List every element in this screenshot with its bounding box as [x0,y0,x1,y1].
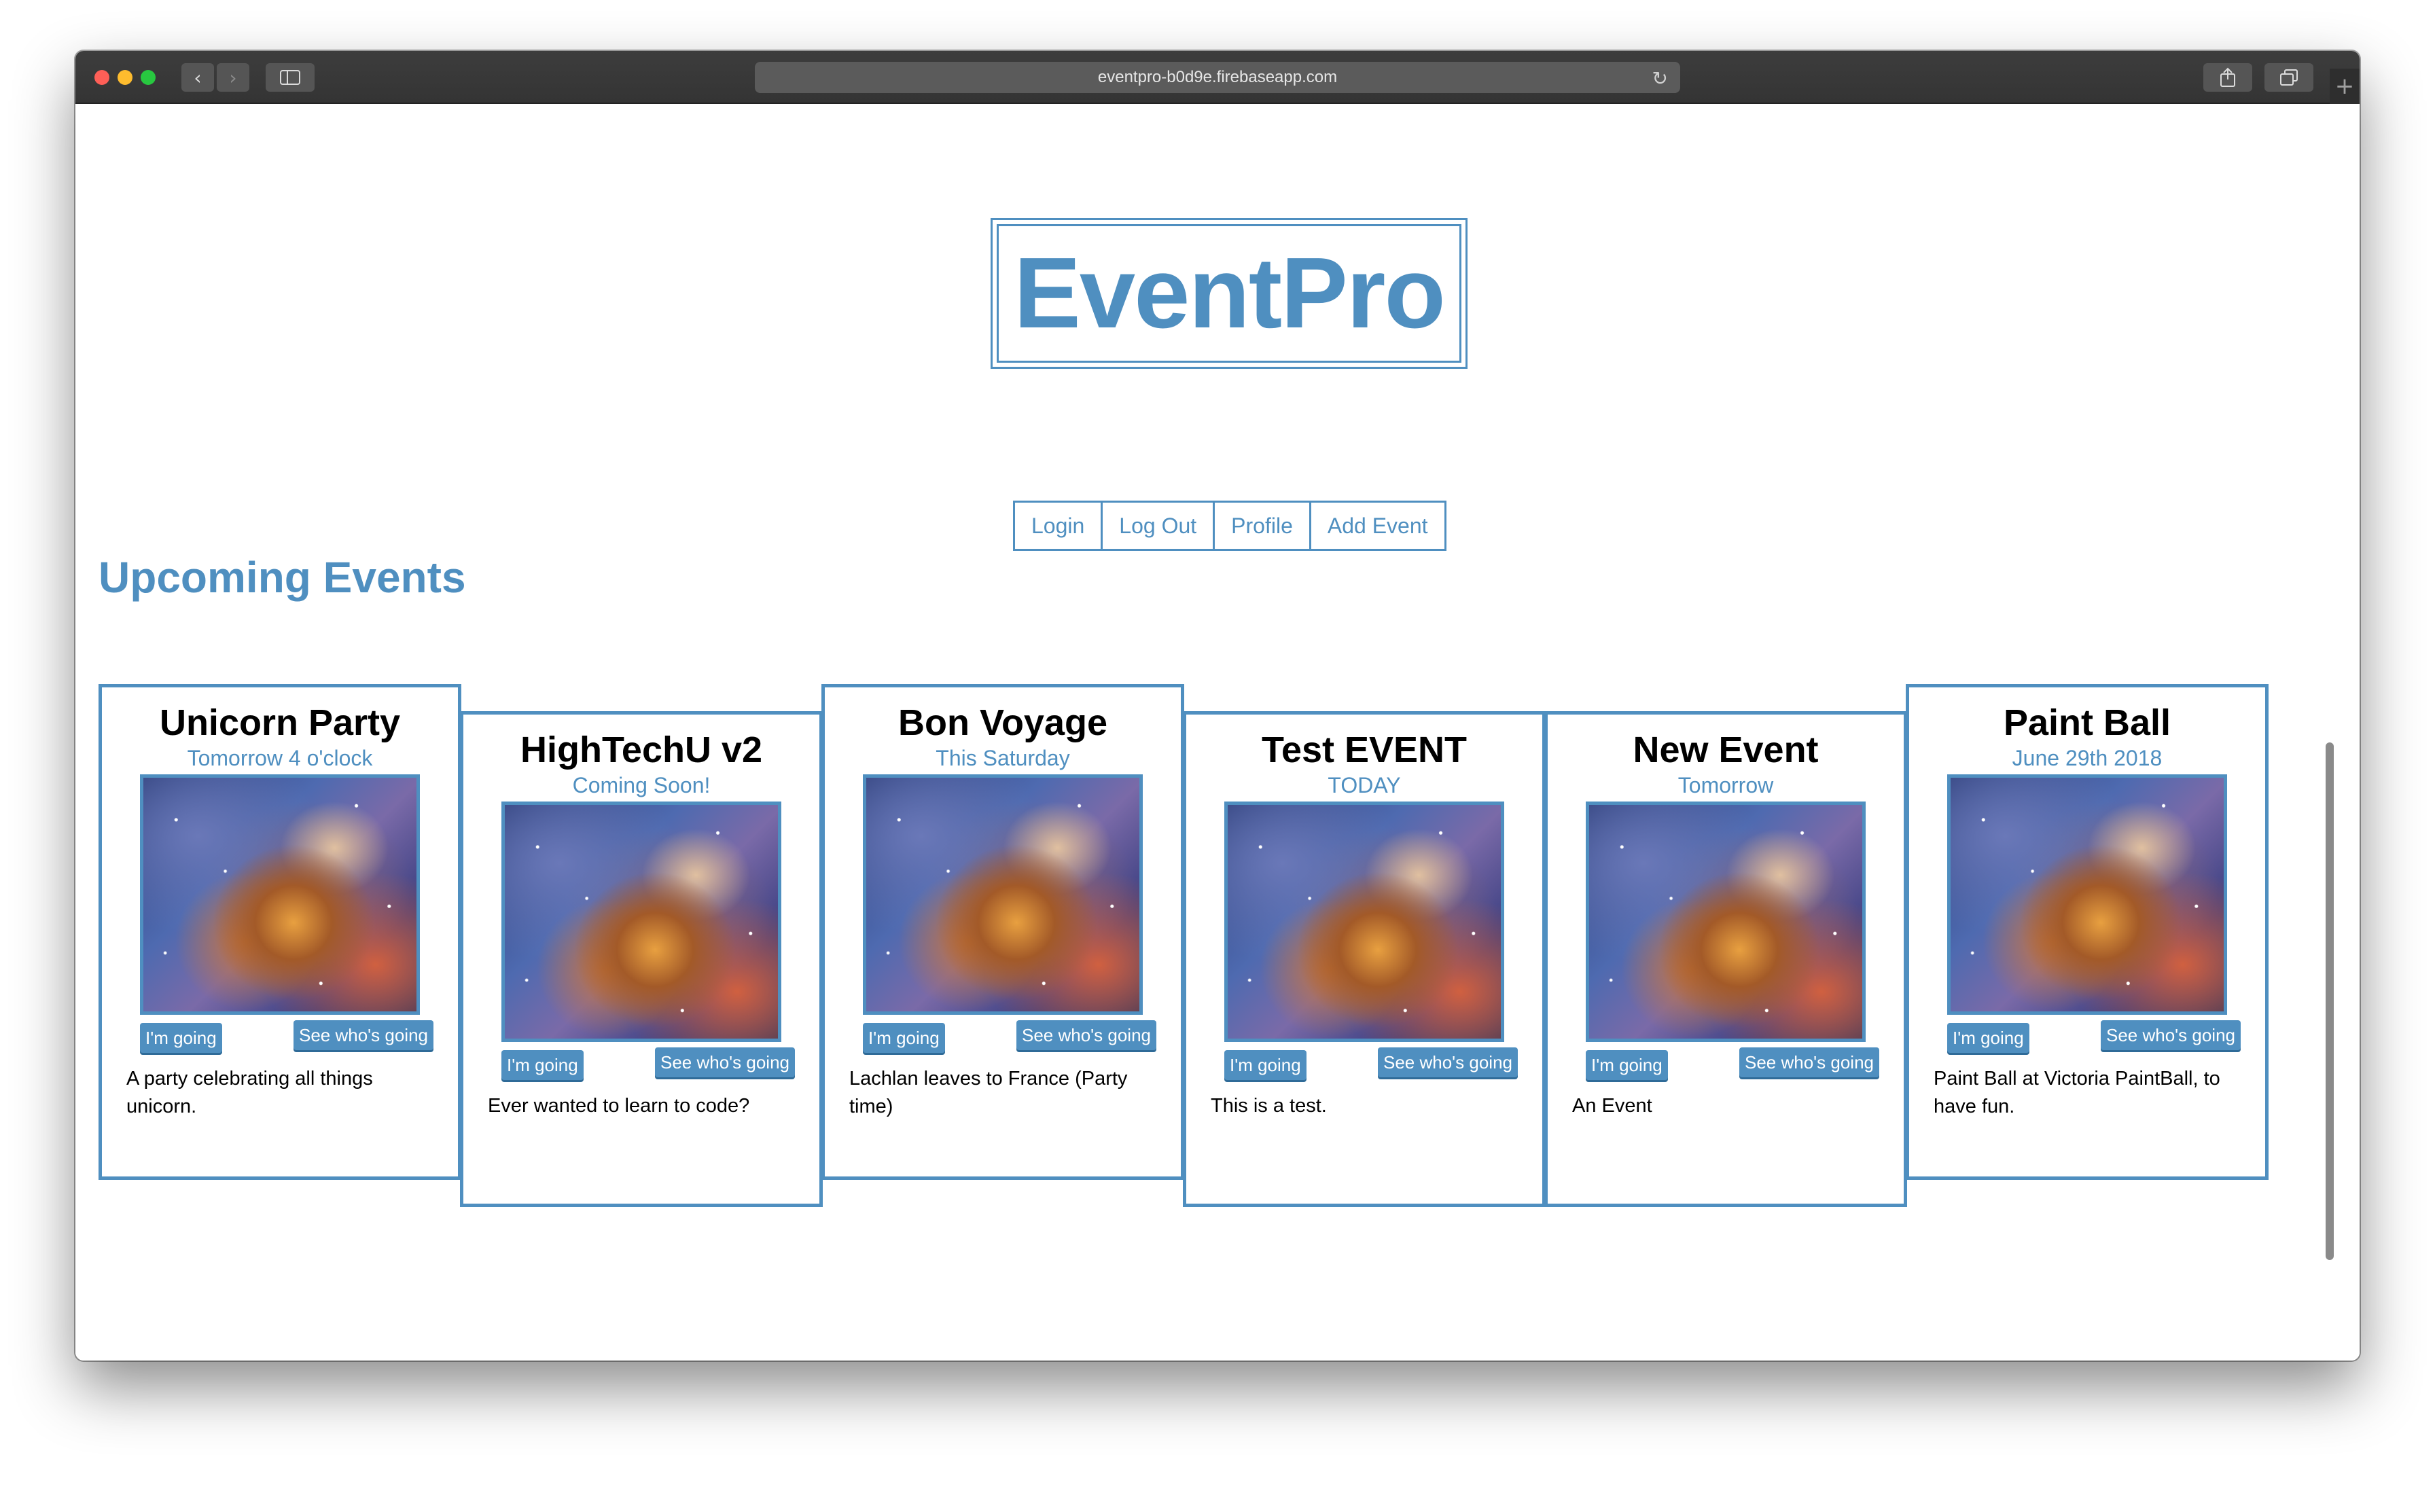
event-card: Paint Ball June 29th 2018 I'm going See … [1906,684,2269,1180]
event-date: June 29th 2018 [2012,746,2163,770]
site-logo-text: EventPro [997,224,1461,363]
event-image [1947,774,2227,1015]
event-title: New Event [1633,730,1819,770]
event-title: Test EVENT [1261,730,1468,770]
see-whos-going-button[interactable]: See who's going [1739,1047,1879,1077]
see-whos-going-button[interactable]: See who's going [655,1047,795,1077]
event-description: An Event [1572,1095,1652,1117]
event-date: Tomorrow 4 o'clock [187,746,373,770]
event-description: Paint Ball at Victoria PaintBall, to hav… [1934,1068,2220,1117]
event-date: Coming Soon! [572,773,711,797]
see-whos-going-button[interactable]: See who's going [294,1020,433,1050]
reload-icon[interactable]: ↻ [1652,67,1668,90]
minimize-window-button[interactable] [118,70,132,85]
tab-overview-button[interactable] [2264,63,2313,92]
event-title: Bon Voyage [897,702,1108,743]
nav-login[interactable]: Login [1015,503,1103,549]
event-description: Ever wanted to learn to code? [488,1095,750,1117]
im-going-button[interactable]: I'm going [501,1050,584,1080]
new-tab-button[interactable]: + [2330,69,2360,104]
im-going-button[interactable]: I'm going [1947,1023,2029,1053]
im-going-button[interactable]: I'm going [863,1023,945,1053]
event-title: Paint Ball [2003,702,2171,743]
zoom-window-button[interactable] [141,70,156,85]
event-image [501,802,781,1042]
event-card: Unicorn Party Tomorrow 4 o'clock I'm goi… [99,684,461,1180]
web-page: EventPro Login Log Out Profile Add Event… [75,105,2360,1361]
sidebar-icon [280,70,300,85]
nav-add-event[interactable]: Add Event [1311,503,1444,549]
browser-window: ‹ › eventpro-b0d9e.firebaseapp.com ↻ + E… [75,51,2360,1361]
event-date: TODAY [1328,773,1401,797]
event-image [1586,802,1866,1042]
event-title: Unicorn Party [159,702,401,743]
event-card: Test EVENT TODAY I'm going See who's goi… [1183,711,1546,1207]
address-url: eventpro-b0d9e.firebaseapp.com [1097,68,1338,86]
back-button[interactable]: ‹ [181,63,214,92]
horizontal-scroll-indicator[interactable] [2326,742,2334,1260]
forward-button[interactable]: › [217,63,249,92]
close-window-button[interactable] [94,70,109,85]
see-whos-going-button[interactable]: See who's going [1016,1020,1156,1050]
chevron-right-icon: › [229,66,237,89]
event-card: HighTechU v2 Coming Soon! I'm going See … [460,711,823,1207]
address-bar[interactable]: eventpro-b0d9e.firebaseapp.com ↻ [755,62,1680,93]
event-description: Lachlan leaves to France (Party time) [849,1068,1128,1117]
share-button[interactable] [2203,63,2252,92]
nav-profile[interactable]: Profile [1215,503,1311,549]
event-date: This Saturday [936,746,1070,770]
see-whos-going-button[interactable]: See who's going [1378,1047,1518,1077]
im-going-button[interactable]: I'm going [140,1023,222,1053]
im-going-button[interactable]: I'm going [1224,1050,1307,1080]
site-logo: EventPro [991,218,1468,369]
tabs-icon [2280,69,2298,86]
im-going-button[interactable]: I'm going [1586,1050,1668,1080]
nav-logout[interactable]: Log Out [1103,503,1215,549]
event-card: New Event Tomorrow I'm going See who's g… [1544,711,1907,1207]
event-card: Bon Voyage This Saturday I'm going See w… [821,684,1184,1180]
event-description: This is a test. [1211,1095,1327,1117]
section-title: Upcoming Events [99,553,466,602]
browser-toolbar: ‹ › eventpro-b0d9e.firebaseapp.com ↻ + [75,51,2360,104]
share-icon [2220,67,2235,87]
plus-icon: + [2334,73,2355,100]
event-image [1224,802,1504,1042]
event-date: Tomorrow [1677,773,1774,797]
event-image [863,774,1143,1015]
see-whos-going-button[interactable]: See who's going [2101,1020,2241,1050]
event-description: A party celebrating all things unicorn. [126,1068,373,1117]
event-title: HighTechU v2 [520,730,763,770]
sidebar-toggle-button[interactable] [266,63,315,92]
main-nav: Login Log Out Profile Add Event [1013,501,1446,551]
chevron-left-icon: ‹ [194,66,202,89]
event-image [140,774,420,1015]
